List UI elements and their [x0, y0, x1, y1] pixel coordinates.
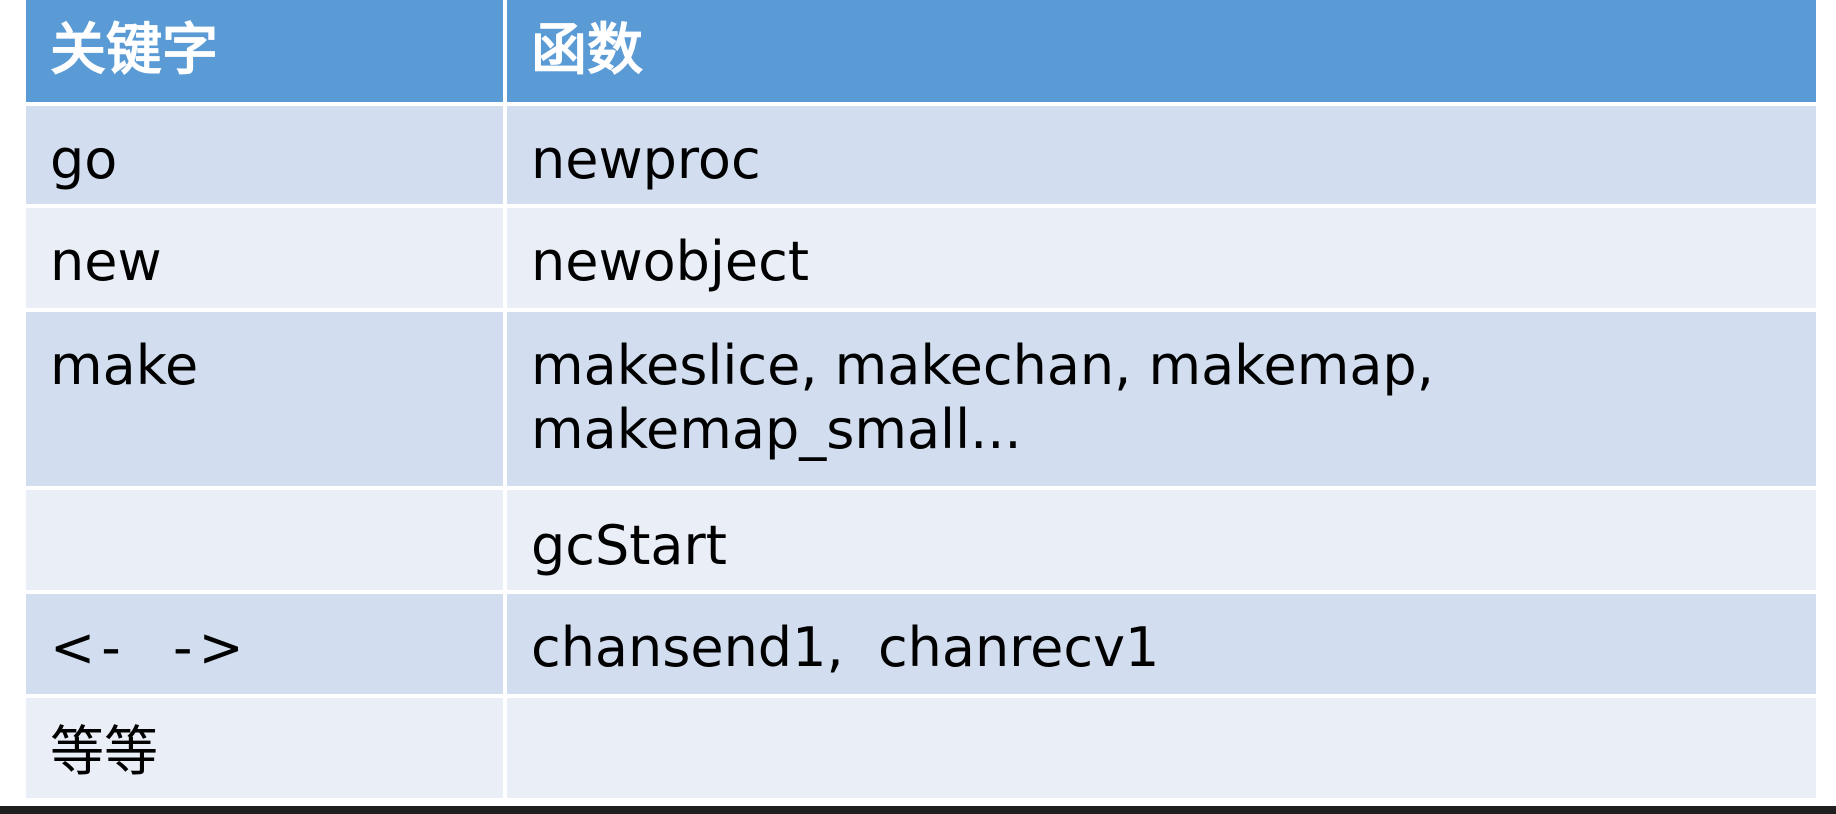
keyword-function-table: 关键字 函数 go newproc new newobject make mak…	[22, 0, 1820, 802]
header-keyword: 关键字	[22, 0, 507, 106]
table-row: go newproc	[22, 102, 1820, 208]
cell-functions	[503, 694, 1820, 802]
table-row: make makeslice, makechan, makemap, makem…	[22, 308, 1820, 490]
table-row: gcStart	[22, 486, 1820, 594]
cell-functions: newobject	[503, 204, 1820, 312]
table-row: 等等	[22, 694, 1820, 802]
cell-functions: gcStart	[503, 486, 1820, 594]
cell-functions: newproc	[503, 102, 1820, 208]
bottom-divider	[0, 806, 1836, 814]
cell-keyword	[22, 486, 507, 594]
cell-functions: makeslice, makechan, makemap, makemap_sm…	[503, 308, 1820, 490]
table-row: <- -> chansend1, chanrecv1	[22, 590, 1820, 698]
table-header-row: 关键字 函数	[22, 0, 1820, 106]
cell-keyword: new	[22, 204, 507, 312]
cell-keyword: <- ->	[22, 590, 507, 698]
cell-keyword: make	[22, 308, 507, 490]
cell-keyword: go	[22, 102, 507, 208]
cell-functions: chansend1, chanrecv1	[503, 590, 1820, 698]
table-row: new newobject	[22, 204, 1820, 312]
cell-keyword: 等等	[22, 694, 507, 802]
slide-page: 关键字 函数 go newproc new newobject make mak…	[0, 0, 1836, 814]
header-function: 函数	[503, 0, 1820, 106]
